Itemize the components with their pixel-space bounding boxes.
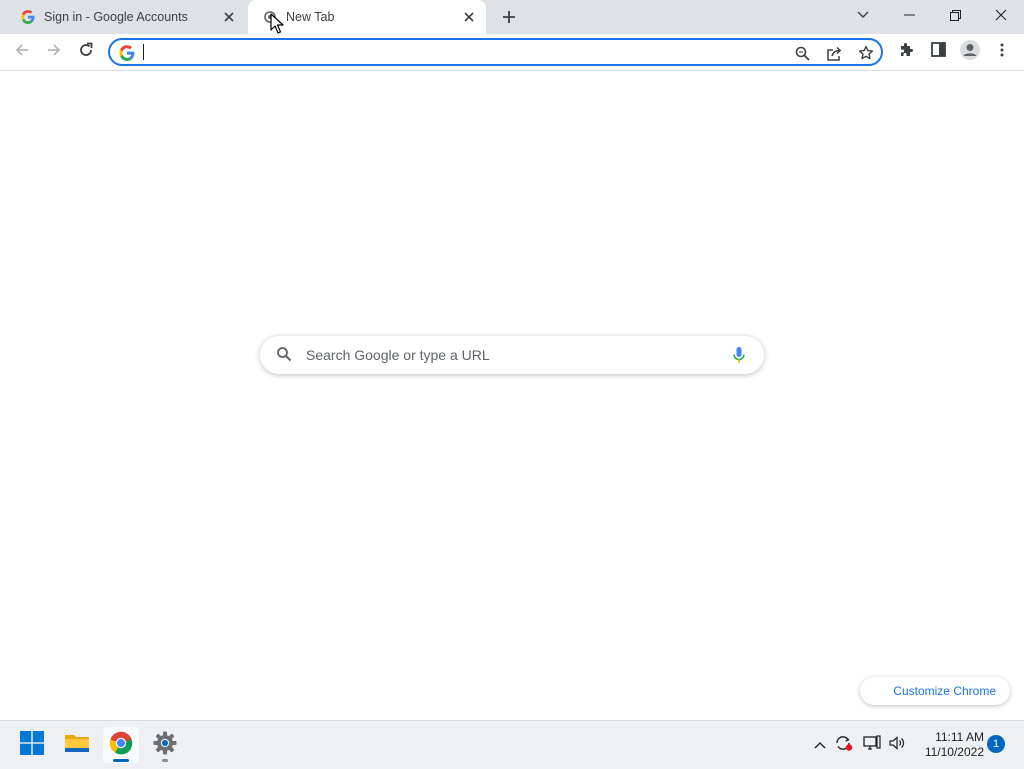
share-icon[interactable]	[824, 43, 844, 63]
taskbar-file-explorer[interactable]	[59, 727, 95, 763]
zoom-icon[interactable]	[792, 43, 812, 63]
puzzle-icon	[898, 42, 914, 63]
side-panel-icon	[930, 42, 946, 62]
mouse-cursor	[270, 13, 284, 35]
clock-time: 11:11 AM	[935, 730, 984, 744]
chrome-icon	[109, 731, 133, 760]
tab-strip: Sign in - Google Accounts New Tab	[0, 0, 1024, 34]
notification-badge[interactable]: 1	[987, 735, 1005, 753]
extensions-button[interactable]	[892, 38, 920, 66]
sync-status-button[interactable]	[834, 735, 854, 755]
clock-date: 11/10/2022	[924, 745, 984, 759]
profile-button[interactable]	[956, 38, 984, 66]
browser-toolbar	[0, 34, 1024, 71]
tab-title: New Tab	[286, 10, 335, 24]
start-icon	[20, 730, 44, 760]
tab-title: Sign in - Google Accounts	[44, 10, 188, 24]
back-arrow-icon	[14, 42, 30, 63]
microphone-icon[interactable]	[730, 345, 748, 365]
file-explorer-icon	[64, 732, 90, 759]
tab-search-button[interactable]	[840, 0, 886, 30]
address-input[interactable]	[142, 42, 782, 62]
back-button[interactable]	[8, 38, 36, 66]
chrome-menu-button[interactable]	[988, 38, 1016, 66]
close-window-button[interactable]	[978, 0, 1024, 30]
search-icon	[276, 346, 294, 364]
speaker-icon	[888, 735, 906, 756]
close-tab-icon[interactable]	[460, 8, 478, 26]
settings-icon	[153, 731, 177, 760]
reload-button[interactable]	[72, 38, 100, 66]
google-g-icon	[20, 9, 36, 25]
chevron-up-icon	[814, 736, 826, 754]
system-clock[interactable]: 11:11 AM 11/10/2022	[912, 730, 984, 760]
taskbar-settings[interactable]	[147, 727, 183, 763]
minimize-button[interactable]	[886, 0, 932, 30]
text-caret	[143, 44, 144, 60]
reload-icon	[78, 42, 94, 63]
show-hidden-icons-button[interactable]	[810, 735, 830, 755]
search-placeholder: Search Google or type a URL	[306, 347, 490, 363]
customize-chrome-button[interactable]: Customize Chrome	[860, 677, 1010, 705]
active-app-indicator	[113, 759, 129, 762]
kebab-menu-icon	[1000, 43, 1004, 62]
taskbar: 11:11 AM 11/10/2022 1	[0, 720, 1024, 769]
ntp-search-box[interactable]: Search Google or type a URL	[260, 336, 764, 374]
new-tab-button[interactable]	[498, 6, 520, 28]
volume-button[interactable]	[887, 735, 907, 755]
tab-sign-in[interactable]: Sign in - Google Accounts	[8, 0, 246, 34]
close-tab-icon[interactable]	[220, 8, 238, 26]
address-bar[interactable]	[108, 38, 883, 66]
bookmark-star-icon[interactable]	[856, 43, 876, 63]
network-button[interactable]	[862, 734, 882, 756]
forward-button[interactable]	[40, 38, 68, 66]
running-app-indicator	[162, 759, 168, 762]
network-icon	[863, 734, 881, 756]
customize-chrome-label: Customize Chrome	[893, 684, 996, 698]
sync-alert-icon	[834, 734, 854, 757]
start-button[interactable]	[14, 727, 50, 763]
avatar-icon	[960, 39, 980, 65]
restore-button[interactable]	[932, 0, 978, 30]
forward-arrow-icon	[46, 42, 62, 63]
google-g-icon	[119, 45, 135, 61]
side-panel-button[interactable]	[924, 38, 952, 66]
taskbar-chrome[interactable]	[103, 727, 139, 763]
